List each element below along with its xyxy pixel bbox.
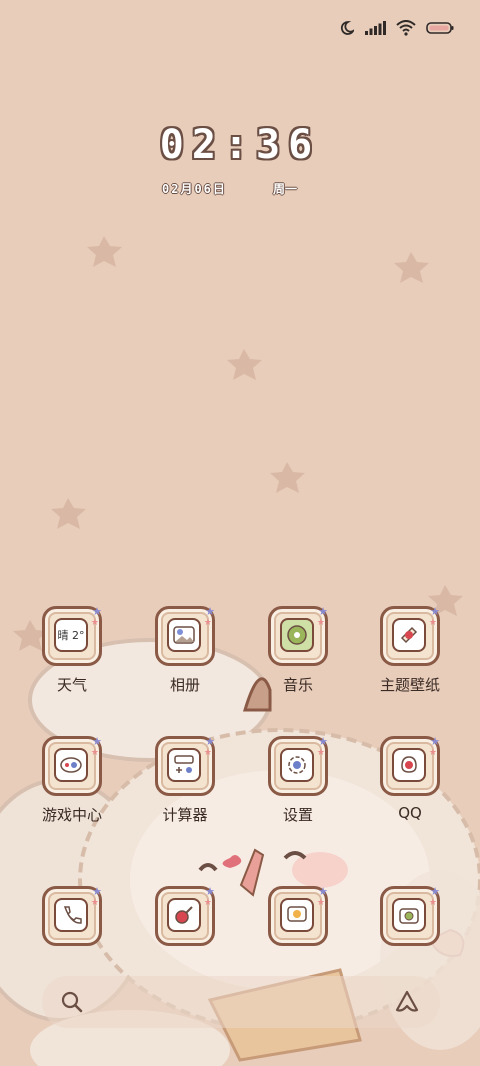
app-label: 计算器 xyxy=(162,806,208,824)
clock-date: 02月06日 xyxy=(162,182,227,196)
dock-app-browser[interactable]: ★ ★ xyxy=(130,885,240,946)
app-label: 设置 xyxy=(282,806,313,824)
app-label: 主题壁纸 xyxy=(379,676,440,694)
app-qq[interactable]: ★ ★ QQ xyxy=(355,735,465,822)
gallery-icon: ★ ★ xyxy=(155,605,215,666)
game-center-icon: ★ ★ xyxy=(42,735,102,796)
app-label: 游戏中心 xyxy=(41,806,102,824)
battery-icon xyxy=(426,22,454,34)
app-label: 音乐 xyxy=(282,676,313,694)
dock-app-phone[interactable]: ★ ★ xyxy=(17,885,127,946)
lock-clock-time: 02:36 xyxy=(159,122,321,168)
phone-icon: ★ ★ xyxy=(42,885,102,946)
status-bar xyxy=(0,0,480,62)
dock-app-camera[interactable]: ★ ★ xyxy=(355,885,465,946)
browser-icon: ★ ★ xyxy=(155,885,215,946)
app-gallery[interactable]: ★ ★ 相册 xyxy=(130,605,240,695)
weather-badge: 晴 2° xyxy=(57,629,85,642)
moon-icon xyxy=(340,21,354,35)
weather-icon: ★ ★ 晴 2° xyxy=(42,605,102,666)
search-icon[interactable] xyxy=(60,990,84,1014)
app-label: 天气 xyxy=(56,676,87,694)
dock-app-messages[interactable]: ★ ★ xyxy=(243,885,353,946)
wifi-icon xyxy=(396,20,416,36)
themes-icon: ★ ★ xyxy=(380,605,440,666)
app-music[interactable]: ★ ★ 音乐 xyxy=(243,605,353,695)
app-label: 相册 xyxy=(169,676,200,694)
app-label: QQ xyxy=(398,804,422,822)
settings-icon: ★ ★ xyxy=(268,735,328,796)
app-game-center[interactable]: ★ ★ 游戏中心 xyxy=(17,735,127,825)
app-settings[interactable]: ★ ★ 设置 xyxy=(243,735,353,825)
app-themes[interactable]: ★ ★ 主题壁纸 xyxy=(355,605,465,695)
music-icon: ★ ★ xyxy=(268,605,328,666)
assistant-icon[interactable] xyxy=(394,990,420,1014)
app-calculator[interactable]: ★ ★ 计算器 xyxy=(130,735,240,825)
app-weather[interactable]: ★ ★ 晴 2° 天气 xyxy=(17,605,127,695)
clock-weekday: 周一 xyxy=(273,182,298,196)
signal-icon xyxy=(365,21,386,35)
calculator-icon: ★ ★ xyxy=(155,735,215,796)
messages-icon: ★ ★ xyxy=(268,885,328,946)
camera-icon: ★ ★ xyxy=(380,885,440,946)
dock-search-bar[interactable] xyxy=(42,976,440,1028)
qq-icon: ★ ★ xyxy=(380,735,440,796)
